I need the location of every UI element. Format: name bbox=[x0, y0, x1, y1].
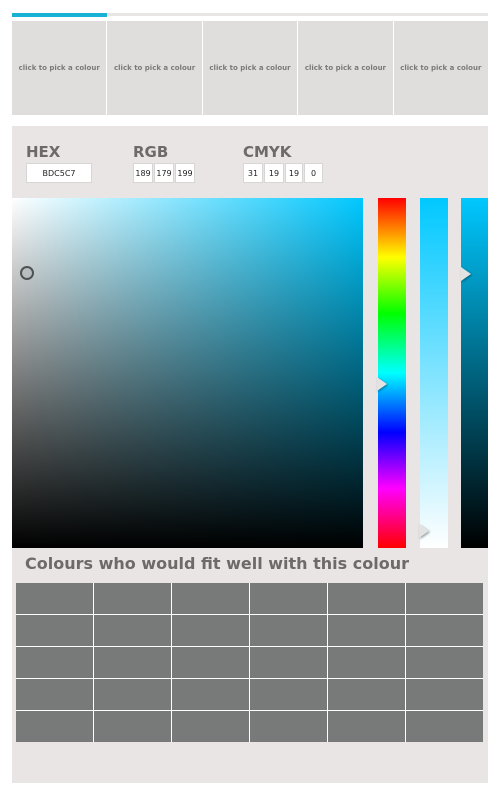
suggestion-swatch[interactable] bbox=[16, 615, 93, 646]
saturation-value-square[interactable] bbox=[12, 198, 363, 548]
swatch-slot-2[interactable]: click to pick a colour bbox=[107, 21, 202, 115]
shade-slider-handle[interactable] bbox=[461, 267, 471, 281]
hue-slider[interactable] bbox=[378, 198, 406, 548]
suggestion-swatch[interactable] bbox=[328, 583, 405, 614]
suggestion-swatch[interactable] bbox=[94, 711, 171, 742]
suggestion-swatch[interactable] bbox=[94, 583, 171, 614]
swatch-row: click to pick a colour click to pick a c… bbox=[12, 21, 489, 115]
lightness-slider-handle[interactable] bbox=[419, 524, 429, 538]
suggestion-swatch[interactable] bbox=[250, 647, 327, 678]
cmyk-c-input[interactable]: 31 bbox=[243, 163, 263, 183]
suggestion-swatch[interactable] bbox=[94, 615, 171, 646]
lightness-slider[interactable] bbox=[420, 198, 448, 548]
suggestion-swatch[interactable] bbox=[172, 679, 249, 710]
cmyk-y-input[interactable]: 19 bbox=[285, 163, 303, 183]
suggestion-swatch[interactable] bbox=[94, 647, 171, 678]
rgb-g-input[interactable]: 179 bbox=[154, 163, 174, 183]
suggestion-swatch[interactable] bbox=[328, 615, 405, 646]
cmyk-m-input[interactable]: 19 bbox=[264, 163, 284, 183]
suggestion-swatch[interactable] bbox=[172, 615, 249, 646]
color-picker-handle[interactable] bbox=[20, 266, 34, 280]
swatch-label: click to pick a colour bbox=[304, 64, 387, 72]
suggestion-swatch[interactable] bbox=[250, 679, 327, 710]
suggestion-swatch[interactable] bbox=[16, 679, 93, 710]
suggestion-swatch[interactable] bbox=[16, 711, 93, 742]
suggestion-swatch[interactable] bbox=[250, 711, 327, 742]
cmyk-k-input[interactable]: 0 bbox=[304, 163, 323, 183]
swatch-label: click to pick a colour bbox=[209, 64, 291, 72]
suggestion-swatch[interactable] bbox=[328, 679, 405, 710]
swatch-slot-3[interactable]: click to pick a colour bbox=[202, 21, 298, 115]
suggestions-title: Colours who would fit well with this col… bbox=[25, 554, 409, 573]
swatch-slot-5[interactable]: click to pick a colour bbox=[393, 21, 489, 115]
suggestions-grid bbox=[16, 583, 483, 742]
suggestion-swatch[interactable] bbox=[172, 583, 249, 614]
top-progress-active bbox=[12, 13, 107, 17]
suggestion-swatch[interactable] bbox=[406, 583, 483, 614]
shade-slider[interactable] bbox=[461, 198, 488, 548]
suggestion-swatch[interactable] bbox=[328, 647, 405, 678]
suggestion-swatch[interactable] bbox=[406, 679, 483, 710]
suggestion-swatch[interactable] bbox=[16, 647, 93, 678]
suggestion-swatch[interactable] bbox=[250, 583, 327, 614]
suggestion-swatch[interactable] bbox=[250, 615, 327, 646]
swatch-slot-1[interactable]: click to pick a colour bbox=[12, 21, 107, 115]
hue-slider-handle[interactable] bbox=[377, 377, 387, 391]
cmyk-title: CMYK bbox=[243, 143, 292, 161]
suggestion-swatch[interactable] bbox=[94, 679, 171, 710]
suggestion-swatch[interactable] bbox=[16, 583, 93, 614]
rgb-b-input[interactable]: 199 bbox=[175, 163, 195, 183]
suggestion-swatch[interactable] bbox=[406, 711, 483, 742]
swatch-label: click to pick a colour bbox=[400, 64, 482, 72]
swatch-label: click to pick a colour bbox=[114, 64, 196, 72]
rgb-title: RGB bbox=[133, 143, 169, 161]
swatch-slot-4[interactable]: click to pick a colour bbox=[298, 21, 393, 115]
suggestion-swatch[interactable] bbox=[172, 711, 249, 742]
suggestion-swatch[interactable] bbox=[328, 711, 405, 742]
rgb-r-input[interactable]: 189 bbox=[133, 163, 153, 183]
suggestion-swatch[interactable] bbox=[406, 615, 483, 646]
hex-input[interactable]: BDC5C7 bbox=[26, 163, 92, 183]
suggestion-swatch[interactable] bbox=[172, 647, 249, 678]
swatch-label: click to pick a colour bbox=[18, 64, 100, 72]
hex-title: HEX bbox=[26, 143, 61, 161]
suggestion-swatch[interactable] bbox=[406, 647, 483, 678]
